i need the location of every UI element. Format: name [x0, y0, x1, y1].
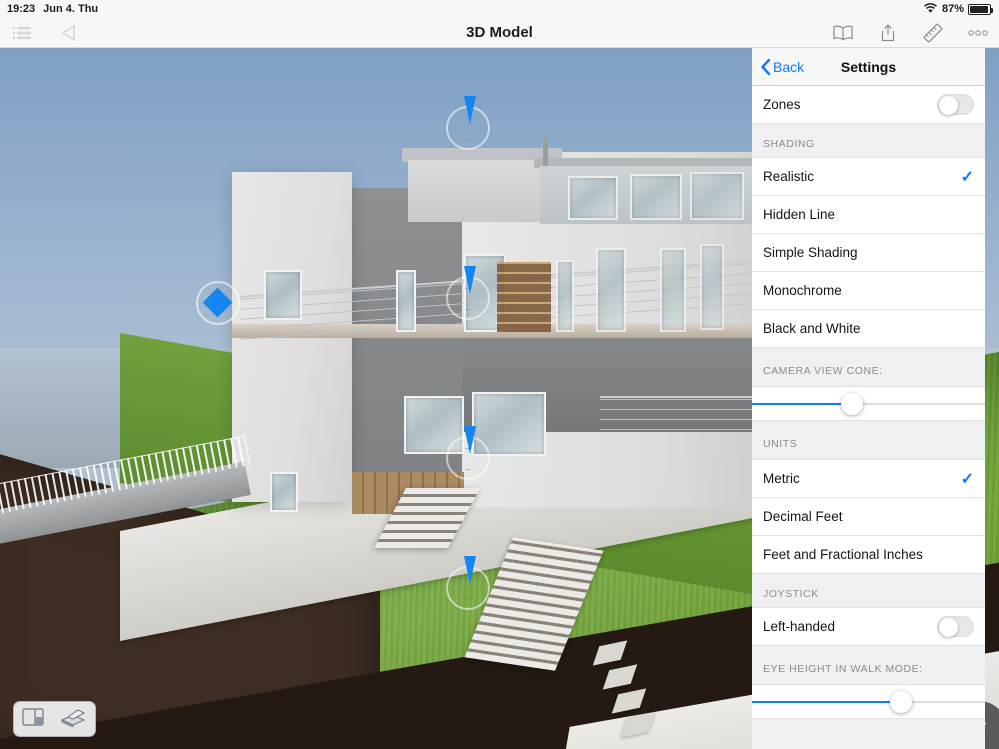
row-label: Monochrome: [763, 283, 842, 298]
toggle-knob: [939, 96, 958, 115]
eye-height-slider-row[interactable]: [752, 685, 985, 719]
battery-icon: [968, 3, 993, 15]
row-label: Hidden Line: [763, 207, 836, 222]
checkmark-icon: ✓: [960, 168, 974, 186]
section-header-units: UNITS: [752, 421, 985, 460]
wifi-icon: [923, 2, 938, 17]
left-handed-toggle[interactable]: [937, 616, 974, 637]
row-label: Black and White: [763, 321, 861, 336]
window: [568, 176, 618, 220]
slider-knob[interactable]: [841, 392, 864, 415]
book-icon[interactable]: [830, 22, 856, 44]
section-header-joystick: JOYSTICK: [752, 574, 985, 608]
app-window: 19:23 Jun 4. Thu 87% 3D Model Back Setti…: [0, 0, 999, 749]
row-label: Left-handed: [763, 619, 836, 634]
settings-row-zones[interactable]: Zones: [752, 86, 985, 124]
window: [630, 174, 682, 220]
settings-panel: Back Settings Zones SHADING Realistic ✓ …: [752, 48, 985, 749]
scene-marker-diamond[interactable]: [196, 281, 240, 325]
toolbar: 3D Model: [0, 18, 999, 48]
slider-knob[interactable]: [890, 690, 913, 713]
camera-pin-icon: [464, 556, 476, 584]
row-label: Zones: [763, 97, 801, 112]
camera-view-cone-slider[interactable]: [752, 387, 985, 421]
window: [596, 248, 626, 332]
settings-panel-header: Back Settings: [752, 48, 985, 86]
shading-option-hidden-line[interactable]: Hidden Line: [752, 196, 985, 234]
shading-option-black-and-white[interactable]: Black and White: [752, 310, 985, 348]
status-bar: 19:23 Jun 4. Thu 87%: [0, 0, 999, 18]
ruler-icon[interactable]: [920, 22, 946, 44]
more-options-icon[interactable]: [965, 22, 991, 44]
status-time: 19:23: [7, 3, 36, 15]
settings-title: Settings: [840, 58, 897, 75]
camera-marker[interactable]: [428, 266, 508, 320]
section-header-shading: SHADING: [752, 124, 985, 158]
checkmark-icon: ✓: [960, 470, 974, 488]
camera-pin-icon: [464, 96, 476, 124]
panel-bottom-filler: [752, 719, 985, 749]
camera-marker[interactable]: [428, 556, 508, 610]
view-mode-control[interactable]: [13, 701, 96, 737]
units-option-metric[interactable]: Metric ✓: [752, 460, 985, 498]
camera-view-cone-slider-row[interactable]: [752, 387, 985, 421]
units-option-feet-fractional-inches[interactable]: Feet and Fractional Inches: [752, 536, 985, 574]
camera-marker[interactable]: [428, 426, 508, 480]
units-option-decimal-feet[interactable]: Decimal Feet: [752, 498, 985, 536]
panel-layout-icon[interactable]: [22, 707, 44, 731]
window: [556, 260, 574, 332]
zones-toggle[interactable]: [937, 94, 974, 115]
slider-fill: [752, 402, 853, 405]
window: [270, 472, 298, 512]
shading-option-realistic[interactable]: Realistic ✓: [752, 158, 985, 196]
battery-percent: 87%: [941, 3, 964, 15]
window: [396, 270, 416, 332]
camera-marker[interactable]: [428, 96, 508, 150]
shading-option-monochrome[interactable]: Monochrome: [752, 272, 985, 310]
toggle-knob: [939, 618, 958, 637]
balcony-railing: [600, 396, 752, 430]
toolbar-right-group: [830, 18, 991, 48]
share-icon[interactable]: [875, 22, 901, 44]
bookshelf: [497, 262, 551, 332]
status-bar-right: 87%: [923, 0, 993, 18]
status-bar-left: 19:23 Jun 4. Thu: [0, 3, 98, 15]
eye-height-slider[interactable]: [752, 685, 985, 719]
row-label: Realistic: [763, 169, 815, 184]
axonometric-view-icon[interactable]: [59, 707, 87, 732]
camera-pin-icon: [464, 266, 476, 294]
window: [700, 244, 724, 330]
joystick-row-left-handed[interactable]: Left-handed: [752, 608, 985, 646]
building-upper-floor: [408, 160, 548, 222]
row-label: Decimal Feet: [763, 509, 843, 524]
window: [660, 248, 686, 332]
window: [690, 172, 744, 220]
chimney: [543, 138, 548, 166]
slider-fill: [752, 700, 902, 703]
section-header-camera-view-cone: CAMERA VIEW CONE:: [752, 348, 985, 387]
shading-option-simple-shading[interactable]: Simple Shading: [752, 234, 985, 272]
row-label: Feet and Fractional Inches: [763, 547, 923, 562]
row-label: Simple Shading: [763, 245, 858, 260]
camera-pin-icon: [464, 426, 476, 454]
window: [264, 270, 302, 320]
row-label: Metric: [763, 471, 800, 486]
section-header-eye-height: EYE HEIGHT IN WALK MODE:: [752, 646, 985, 685]
status-date: Jun 4. Thu: [43, 3, 99, 15]
